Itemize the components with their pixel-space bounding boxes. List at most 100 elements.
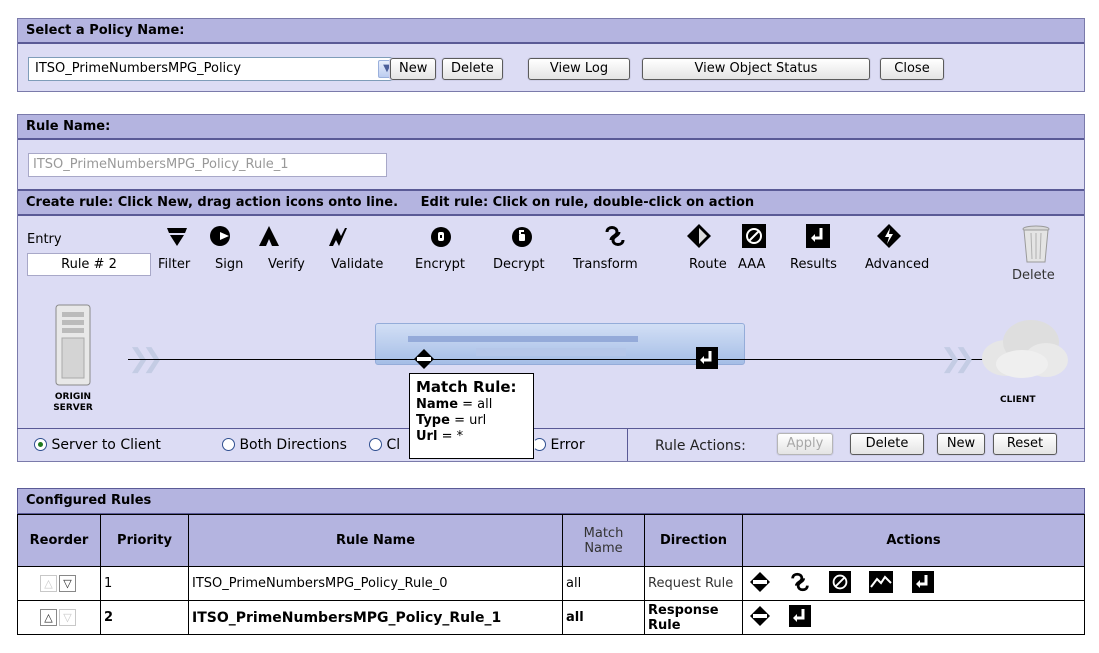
- configured-rules-table: Reorder Priority Rule Name Match Name Di…: [17, 514, 1085, 635]
- decrypt-icon[interactable]: [505, 222, 539, 250]
- move-down-icon[interactable]: ▽: [59, 575, 76, 592]
- tooltip-url-row: Url = *: [416, 429, 527, 445]
- validate-icon[interactable]: [320, 222, 354, 250]
- new-rule-button[interactable]: New: [937, 433, 985, 455]
- priority-cell: 2: [100, 600, 189, 635]
- tooltip-name-row: Name = all: [416, 397, 527, 413]
- tooltip-url-key: Url: [416, 429, 438, 444]
- rule-panel: Rule Name: ITSO_PrimeNumbersMPG_Policy_R…: [17, 114, 1085, 462]
- tooltip-name-value: = all: [462, 397, 493, 412]
- transform-label: Transform: [573, 257, 638, 272]
- col-actions: Actions: [742, 514, 1085, 567]
- client-to-server-label: Cl: [386, 437, 401, 453]
- rule-number-field[interactable]: Rule # 2: [27, 253, 151, 276]
- col-match-name: Match Name: [562, 514, 645, 567]
- table-row[interactable]: △ ▽ 1 ITSO_PrimeNumbersMPG_Policy_Rule_0 …: [17, 566, 1085, 601]
- tooltip-name-key: Name: [416, 397, 459, 412]
- route-icon[interactable]: [682, 222, 716, 250]
- sign-label: Sign: [215, 257, 244, 272]
- radio-client-to-server[interactable]: Cl: [369, 437, 400, 453]
- close-button[interactable]: Close: [880, 58, 944, 80]
- view-log-button[interactable]: View Log: [528, 58, 630, 80]
- move-up-icon[interactable]: △: [40, 609, 57, 626]
- rule-name-field[interactable]: ITSO_PrimeNumbersMPG_Policy_Rule_1: [28, 153, 387, 177]
- configured-rules-title: Configured Rules: [26, 493, 152, 508]
- table-header-row: Reorder Priority Rule Name Match Name Di…: [17, 514, 1085, 567]
- aaa-icon[interactable]: [737, 222, 771, 250]
- radio-server-to-client[interactable]: Server to Client: [34, 437, 161, 453]
- policy-select-value: ITSO_PrimeNumbersMPG_Policy: [35, 61, 242, 76]
- direction-controls: [17, 428, 1085, 429]
- direction-cell: Request Rule: [644, 566, 743, 601]
- radio-button[interactable]: [369, 438, 382, 451]
- rule-actions-label: Rule Actions:: [655, 438, 746, 454]
- tooltip-type-value: = url: [454, 413, 487, 428]
- radio-button[interactable]: [222, 438, 235, 451]
- rule-name-cell[interactable]: ITSO_PrimeNumbersMPG_Policy_Rule_1: [188, 600, 563, 635]
- new-policy-button[interactable]: New: [390, 58, 437, 80]
- advanced-label: Advanced: [865, 257, 930, 272]
- aaa-label: AAA: [738, 257, 766, 272]
- radio-both-directions[interactable]: Both Directions: [222, 437, 347, 453]
- error-label: Error: [550, 437, 585, 453]
- aaa-icon[interactable]: [829, 570, 852, 597]
- server-to-client-label: Server to Client: [51, 437, 161, 453]
- match-icon[interactable]: [749, 605, 771, 631]
- col-reorder: Reorder: [17, 514, 101, 567]
- col-direction: Direction: [644, 514, 743, 567]
- tooltip-url-value: = *: [441, 429, 464, 444]
- verify-icon[interactable]: [252, 222, 286, 250]
- rule-name-cell[interactable]: ITSO_PrimeNumbersMPG_Policy_Rule_0: [188, 566, 563, 601]
- encrypt-label: Encrypt: [415, 257, 465, 272]
- direction-cell: Response Rule: [644, 600, 743, 635]
- transform-icon[interactable]: [598, 222, 632, 250]
- validate-label: Validate: [331, 257, 384, 272]
- radio-button[interactable]: [533, 438, 546, 451]
- results-icon[interactable]: [801, 222, 835, 250]
- tooltip-type-row: Type = url: [416, 413, 527, 429]
- delete-rule-button[interactable]: Delete: [850, 433, 924, 455]
- instructions-bar: Create rule: Click New, drag action icon…: [18, 189, 1084, 216]
- advanced-icon[interactable]: [872, 222, 906, 250]
- match-icon[interactable]: [749, 571, 771, 597]
- client-cloud-icon: [976, 314, 1072, 382]
- route-icon[interactable]: [869, 570, 894, 597]
- route-label: Route: [689, 257, 727, 272]
- filter-icon[interactable]: [160, 222, 194, 250]
- move-down-icon[interactable]: ▽: [59, 609, 76, 626]
- match-name-cell: all: [562, 566, 645, 601]
- view-object-status-button[interactable]: View Object Status: [642, 58, 870, 80]
- trash-icon[interactable]: [1020, 224, 1052, 264]
- verify-label: Verify: [268, 257, 305, 272]
- results-label: Results: [790, 257, 837, 272]
- apply-button[interactable]: Apply: [777, 433, 833, 455]
- both-directions-label: Both Directions: [239, 437, 347, 453]
- delete-policy-button[interactable]: Delete: [442, 58, 503, 80]
- rule-name-value: ITSO_PrimeNumbersMPG_Policy_Rule_1: [33, 157, 289, 172]
- results-action-icon[interactable]: [696, 347, 718, 369]
- table-row[interactable]: △ ▽ 2 ITSO_PrimeNumbersMPG_Policy_Rule_1 …: [17, 600, 1085, 635]
- processing-line[interactable]: [128, 359, 988, 360]
- sign-icon[interactable]: [203, 222, 237, 250]
- radio-button-selected[interactable]: [34, 438, 47, 451]
- move-up-icon[interactable]: △: [40, 575, 57, 592]
- match-action-icon[interactable]: [413, 348, 435, 370]
- policy-select[interactable]: ITSO_PrimeNumbersMPG_Policy ▼: [28, 57, 399, 81]
- policy-header: Select a Policy Name:: [18, 19, 1084, 44]
- configured-rules-header: Configured Rules: [17, 488, 1085, 515]
- tooltip-type-key: Type: [416, 413, 450, 428]
- results-icon[interactable]: [789, 604, 812, 631]
- match-name-cell: all: [562, 600, 645, 635]
- direction-divider: [627, 429, 628, 461]
- delete-action-label: Delete: [1012, 268, 1055, 283]
- reset-button[interactable]: Reset: [993, 433, 1057, 455]
- transform-icon[interactable]: [789, 571, 811, 597]
- col-priority: Priority: [100, 514, 189, 567]
- encrypt-icon[interactable]: [424, 222, 458, 250]
- flow-chevrons-right: ❯❯: [940, 344, 975, 374]
- priority-cell: 1: [100, 566, 189, 601]
- radio-error[interactable]: Error: [533, 437, 585, 453]
- origin-server-label: ORIGIN SERVER: [53, 392, 93, 413]
- results-icon[interactable]: [911, 570, 934, 597]
- decrypt-label: Decrypt: [493, 257, 545, 272]
